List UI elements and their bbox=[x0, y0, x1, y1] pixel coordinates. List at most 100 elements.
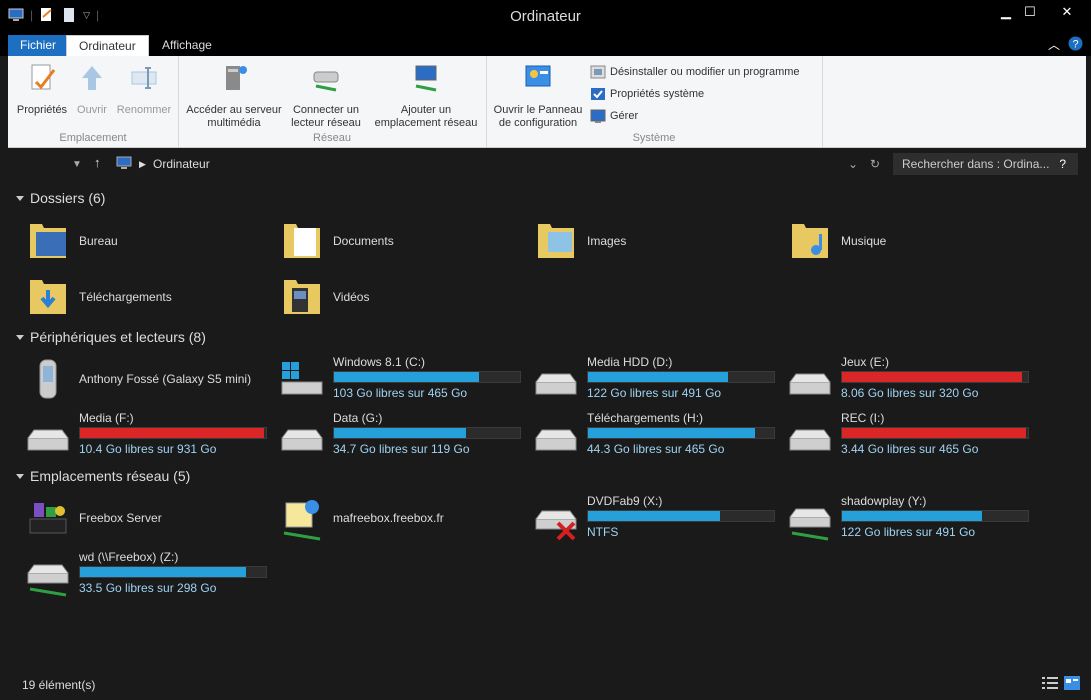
view-buttons bbox=[1042, 676, 1080, 690]
breadcrumb-location[interactable]: Ordinateur bbox=[153, 157, 210, 171]
usage-bar-fill bbox=[842, 372, 1023, 382]
search-help-icon[interactable]: ? bbox=[1059, 153, 1066, 175]
documents-folder-icon bbox=[284, 224, 320, 258]
status-item-count: 19 élément(s) bbox=[22, 678, 96, 692]
add-network-icon bbox=[415, 65, 437, 92]
usage-bar bbox=[587, 427, 775, 439]
up-arrow-icon[interactable]: ↑ bbox=[94, 155, 101, 170]
drive-d[interactable]: Media HDD (D:) 122 Go libres sur 491 Go bbox=[524, 354, 775, 402]
hard-drive-icon bbox=[789, 429, 831, 451]
network-drive-icon bbox=[789, 508, 831, 541]
phone-icon bbox=[39, 359, 57, 399]
map-drive-button[interactable]: Connecter un lecteur réseau bbox=[284, 62, 368, 130]
drive-h[interactable]: Téléchargements (H:) 44.3 Go libres sur … bbox=[524, 410, 775, 458]
network-freebox-server[interactable]: Freebox Server bbox=[16, 493, 266, 541]
properties-button[interactable]: Propriétés bbox=[12, 62, 72, 117]
system-props-icon bbox=[591, 88, 605, 100]
videos-folder-icon bbox=[284, 280, 320, 314]
usage-bar bbox=[587, 371, 775, 383]
media-server-button[interactable]: Accéder au serveur multimédia bbox=[184, 62, 284, 130]
pictures-folder-icon bbox=[538, 224, 574, 258]
tab-view[interactable]: Affichage bbox=[150, 35, 224, 56]
usage-bar bbox=[79, 427, 267, 439]
network-location-icon bbox=[283, 500, 321, 541]
network-drive-z[interactable]: wd (\\Freebox) (Z:) 33.5 Go libres sur 2… bbox=[16, 549, 267, 597]
drive-g[interactable]: Data (G:) 34.7 Go libres sur 119 Go bbox=[270, 410, 521, 458]
recent-locations-icon[interactable]: ▼ bbox=[72, 159, 82, 170]
help-icon[interactable]: ? bbox=[1068, 36, 1083, 51]
usage-bar-fill bbox=[334, 428, 467, 438]
folder-pictures[interactable]: Images bbox=[524, 214, 774, 262]
network-drive-icon bbox=[27, 564, 69, 597]
folder-downloads[interactable]: Téléchargements bbox=[16, 270, 266, 318]
minimize-button[interactable]: ▁ bbox=[993, 4, 1019, 20]
open-icon bbox=[82, 66, 102, 90]
search-input[interactable]: Rechercher dans : Ordina... ? bbox=[893, 153, 1078, 175]
group-label-network: Réseau bbox=[313, 132, 351, 144]
collapse-triangle-icon[interactable] bbox=[16, 473, 24, 479]
tab-computer[interactable]: Ordinateur bbox=[66, 35, 149, 57]
address-dropdown-icon[interactable]: ⌄ bbox=[848, 157, 858, 171]
properties-icon bbox=[31, 64, 56, 90]
drive-e[interactable]: Jeux (E:) 8.06 Go libres sur 320 Go bbox=[778, 354, 1029, 402]
system-properties-button[interactable]: Propriétés système bbox=[590, 86, 704, 102]
hard-drive-icon bbox=[535, 373, 577, 395]
device-phone[interactable]: Anthony Fossé (Galaxy S5 mini) bbox=[16, 354, 266, 402]
desktop-folder-icon bbox=[30, 224, 66, 258]
title-bar: | ▽ | Ordinateur ▁ ☐ ✕ bbox=[0, 0, 1091, 32]
folder-desktop[interactable]: Bureau bbox=[16, 214, 266, 262]
collapse-ribbon-icon[interactable]: ︿ bbox=[1048, 36, 1060, 53]
network-mafreebox[interactable]: mafreebox.freebox.fr bbox=[270, 493, 520, 541]
folder-videos[interactable]: Vidéos bbox=[270, 270, 520, 318]
ribbon-tabs: Fichier Ordinateur Affichage bbox=[0, 32, 1091, 57]
details-view-icon[interactable] bbox=[1042, 676, 1058, 690]
collapse-triangle-icon[interactable] bbox=[16, 195, 24, 201]
usage-bar-fill bbox=[842, 428, 1027, 438]
group-label-location: Emplacement bbox=[59, 132, 127, 144]
section-network[interactable]: Emplacements réseau (5) bbox=[16, 468, 190, 484]
group-network: Accéder au serveur multimédia Connecter … bbox=[178, 56, 487, 147]
usage-bar bbox=[841, 371, 1029, 383]
media-server-icon bbox=[226, 66, 247, 90]
group-label-system: Système bbox=[632, 132, 676, 144]
control-panel-button[interactable]: Ouvrir le Panneau de configuration bbox=[490, 62, 586, 130]
hard-drive-icon bbox=[789, 373, 831, 395]
hard-drive-icon bbox=[535, 429, 577, 451]
folder-music[interactable]: Musique bbox=[778, 214, 1028, 262]
ribbon: Propriétés Ouvrir Renommer Emplacement A… bbox=[8, 56, 1086, 148]
breadcrumb-chevron-icon[interactable]: ▶ bbox=[139, 159, 146, 170]
usage-bar bbox=[333, 371, 521, 383]
folder-documents[interactable]: Documents bbox=[270, 214, 520, 262]
rename-button[interactable]: Renommer bbox=[112, 62, 176, 117]
close-button[interactable]: ✕ bbox=[1054, 4, 1080, 20]
window-title: Ordinateur bbox=[510, 8, 581, 25]
tab-file[interactable]: Fichier bbox=[8, 35, 69, 56]
usage-bar bbox=[333, 427, 521, 439]
drive-f[interactable]: Media (F:) 10.4 Go libres sur 931 Go bbox=[16, 410, 267, 458]
control-panel-icon bbox=[525, 65, 551, 87]
network-drive-y[interactable]: shadowplay (Y:) 122 Go libres sur 491 Go bbox=[778, 493, 1029, 541]
drive-c[interactable]: Windows 8.1 (C:) 103 Go libres sur 465 G… bbox=[270, 354, 521, 402]
media-server-icon bbox=[29, 503, 67, 534]
usage-bar bbox=[841, 510, 1029, 522]
disconnected-drive-icon bbox=[535, 510, 577, 541]
address-bar: ▼ ↑ ▶ Ordinateur ⌄ ↻ Rechercher dans : O… bbox=[0, 150, 1091, 178]
maximize-button[interactable]: ☐ bbox=[1017, 4, 1043, 20]
section-folders[interactable]: Dossiers (6) bbox=[16, 190, 105, 206]
section-devices[interactable]: Périphériques et lecteurs (8) bbox=[16, 329, 206, 345]
usage-bar-fill bbox=[588, 372, 728, 382]
usage-bar bbox=[841, 427, 1029, 439]
collapse-triangle-icon[interactable] bbox=[16, 334, 24, 340]
refresh-icon[interactable]: ↻ bbox=[870, 157, 880, 171]
uninstall-button[interactable]: Désinstaller ou modifier un programme bbox=[590, 64, 800, 80]
usage-bar-fill bbox=[80, 567, 246, 577]
open-button[interactable]: Ouvrir bbox=[70, 62, 114, 117]
hard-drive-icon bbox=[27, 429, 69, 451]
network-drive-x[interactable]: DVDFab9 (X:) NTFS bbox=[524, 493, 775, 541]
uninstall-icon bbox=[590, 65, 606, 79]
drive-i[interactable]: REC (I:) 3.44 Go libres sur 465 Go bbox=[778, 410, 1029, 458]
usage-bar-fill bbox=[80, 428, 265, 438]
tiles-view-icon[interactable] bbox=[1064, 676, 1080, 690]
add-network-button[interactable]: Ajouter un emplacement réseau bbox=[370, 62, 482, 130]
manage-button[interactable]: Gérer bbox=[590, 108, 638, 124]
